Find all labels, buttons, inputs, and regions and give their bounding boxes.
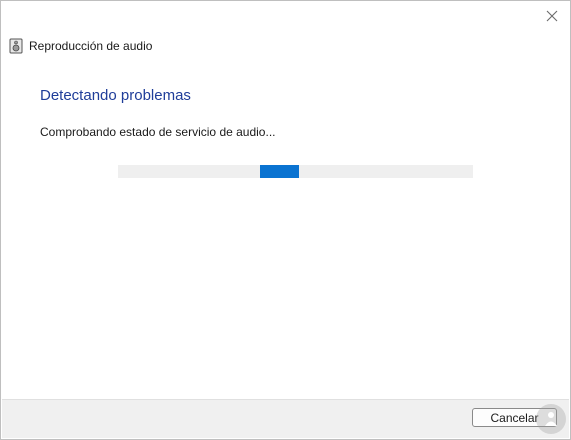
page-heading: Detectando problemas xyxy=(40,87,191,104)
troubleshooter-window: Reproducción de audio Detectando problem… xyxy=(0,0,571,440)
window-title: Reproducción de audio xyxy=(29,39,153,53)
person-logo-icon xyxy=(536,404,566,434)
progress-indicator xyxy=(260,165,299,178)
footer-bar: Cancelar xyxy=(2,399,569,438)
title-row: Reproducción de audio xyxy=(9,38,152,54)
close-icon xyxy=(546,10,558,22)
progress-bar xyxy=(118,165,473,178)
speaker-icon xyxy=(9,38,23,54)
status-text: Comprobando estado de servicio de audio.… xyxy=(40,125,276,139)
close-button[interactable] xyxy=(540,5,564,27)
